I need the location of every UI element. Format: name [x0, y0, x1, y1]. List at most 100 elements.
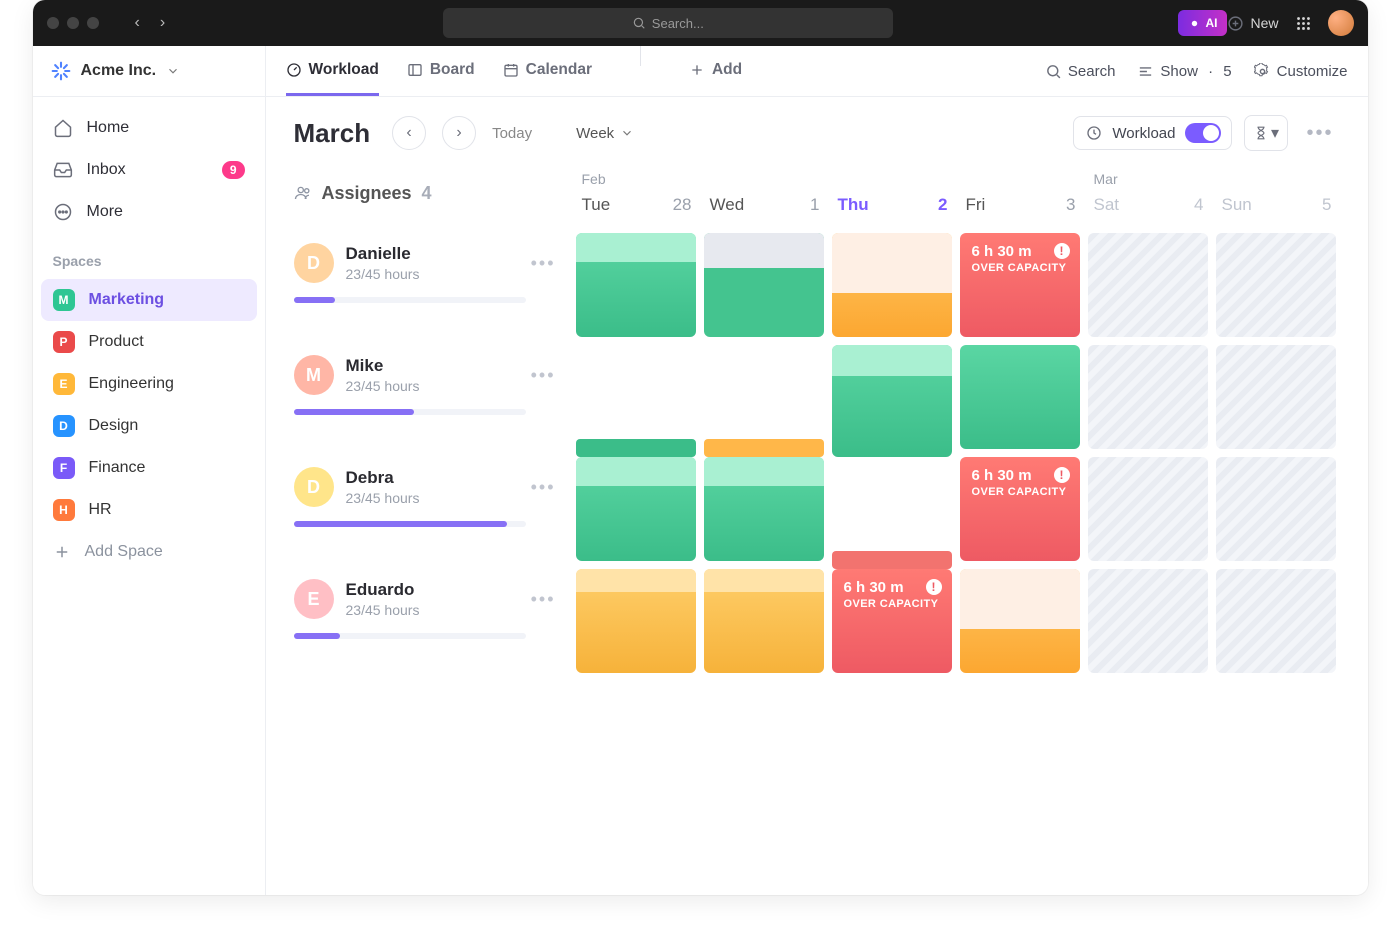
space-label: Product	[89, 333, 144, 351]
assignee-more-button[interactable]: •••	[531, 589, 562, 610]
assignee-name[interactable]: Mike	[346, 356, 420, 376]
assignee-progress	[294, 297, 526, 303]
workload-cell[interactable]	[1212, 453, 1340, 565]
assignee-more-button[interactable]: •••	[531, 253, 562, 274]
space-avatar: D	[53, 415, 75, 437]
workload-cell[interactable]	[828, 453, 956, 565]
workload-icon	[1086, 125, 1102, 141]
plus-icon	[53, 543, 71, 561]
user-avatar[interactable]	[1328, 10, 1354, 36]
workload-cell[interactable]: !6 h 30 mOVER CAPACITY	[956, 453, 1084, 565]
assignee-more-button[interactable]: •••	[531, 477, 562, 498]
assignee-more-button[interactable]: •••	[531, 365, 562, 386]
more-actions-button[interactable]: •••	[1300, 122, 1339, 145]
workload-toggle[interactable]	[1185, 123, 1221, 143]
workload-cell[interactable]	[700, 565, 828, 677]
tab-calendar[interactable]: Calendar	[503, 46, 592, 96]
window-controls[interactable]	[47, 17, 99, 29]
workload-cell[interactable]	[828, 341, 956, 453]
column-headers: Assignees 4 FebTue28 Wed1 Thu2 Fri3MarSa…	[294, 171, 1340, 215]
next-period-button[interactable]: ›	[442, 116, 476, 150]
new-button[interactable]: New	[1227, 15, 1278, 32]
assignee-hours: 23/45 hours	[346, 266, 420, 282]
workload-cell[interactable]	[1212, 341, 1340, 453]
day-header: FebTue28	[572, 171, 700, 215]
space-label: Engineering	[89, 375, 174, 393]
toolbar-search-button[interactable]: Search	[1045, 63, 1116, 80]
today-button[interactable]: Today	[492, 125, 532, 142]
ai-button[interactable]: AI	[1178, 10, 1227, 36]
sidebar-space-design[interactable]: DDesign	[41, 405, 257, 447]
toolbar-show-button[interactable]: Show · 5	[1137, 63, 1231, 80]
workload-cell[interactable]	[700, 229, 828, 341]
chevron-down-icon	[166, 64, 180, 78]
workload-cell[interactable]	[828, 229, 956, 341]
apps-grid-icon[interactable]	[1295, 15, 1312, 32]
workload-cell[interactable]	[700, 341, 828, 453]
workload-cell[interactable]	[700, 453, 828, 565]
sidebar-space-engineering[interactable]: E Engineering	[41, 363, 257, 405]
calendar-icon	[503, 62, 519, 78]
assignee-row: D Debra 23/45 hours •••	[294, 453, 572, 565]
sidebar-section-spaces: Spaces	[33, 243, 265, 279]
add-view-button[interactable]: Add	[689, 46, 742, 96]
sidebar-item-inbox[interactable]: Inbox 9	[41, 149, 257, 191]
assignee-avatar[interactable]: E	[294, 579, 334, 619]
workload-cell[interactable]	[572, 229, 700, 341]
chevron-down-icon	[620, 126, 634, 140]
workload-cell[interactable]	[1084, 229, 1212, 341]
assignee-row: E Eduardo 23/45 hours •••	[294, 565, 572, 677]
day-header: Fri3	[956, 171, 1084, 215]
workload-cell[interactable]	[572, 341, 700, 453]
inbox-icon	[53, 160, 73, 180]
assignee-row: M Mike 23/45 hours •••	[294, 341, 572, 453]
workload-cell[interactable]: !6 h 30 mOVER CAPACITY	[828, 565, 956, 677]
nav-back-button[interactable]: ‹	[135, 14, 140, 32]
add-space-button[interactable]: Add Space	[41, 531, 257, 573]
sidebar-item-home[interactable]: Home	[41, 107, 257, 149]
assignee-avatar[interactable]: M	[294, 355, 334, 395]
workload-cell[interactable]	[956, 565, 1084, 677]
workload-cell[interactable]: !6 h 30 mOVER CAPACITY	[956, 229, 1084, 341]
tab-board[interactable]: Board	[407, 46, 475, 96]
workload-cell[interactable]	[956, 341, 1084, 453]
workspace-switcher[interactable]: Acme Inc.	[33, 46, 265, 97]
assignee-hours: 23/45 hours	[346, 378, 420, 394]
sidebar-space-product[interactable]: PProduct	[41, 321, 257, 363]
plus-icon	[689, 62, 705, 78]
workload-cell[interactable]	[1084, 341, 1212, 453]
space-avatar: M	[53, 289, 75, 311]
view-toolbar: Workload Board Calendar Add	[266, 46, 1368, 97]
period-selector[interactable]: Week	[576, 125, 634, 142]
space-avatar: H	[53, 499, 75, 521]
sidebar-item-more[interactable]: More	[41, 191, 257, 233]
timer-dropdown[interactable]: ▾	[1244, 115, 1288, 151]
assignee-avatar[interactable]: D	[294, 243, 334, 283]
workload-cell[interactable]	[1084, 453, 1212, 565]
prev-period-button[interactable]: ‹	[392, 116, 426, 150]
assignee-hours: 23/45 hours	[346, 602, 420, 618]
assignee-name[interactable]: Debra	[346, 468, 420, 488]
workload-cell[interactable]	[572, 453, 700, 565]
workload-cell[interactable]	[1212, 229, 1340, 341]
assignee-name[interactable]: Danielle	[346, 244, 420, 264]
workload-cell[interactable]	[572, 565, 700, 677]
sidebar-space-marketing[interactable]: MMarketing	[41, 279, 257, 321]
assignees-header[interactable]: Assignees 4	[294, 171, 572, 215]
tab-workload[interactable]: Workload	[286, 46, 379, 96]
sidebar-space-finance[interactable]: FFinance	[41, 447, 257, 489]
assignee-progress	[294, 409, 526, 415]
home-icon	[53, 118, 73, 138]
sidebar-space-hr[interactable]: HHR	[41, 489, 257, 531]
workload-cell[interactable]	[1084, 565, 1212, 677]
workload-toggle-chip[interactable]: Workload	[1073, 116, 1232, 150]
workload-cell[interactable]	[1212, 565, 1340, 677]
space-avatar: E	[53, 373, 75, 395]
assignee-avatar[interactable]: D	[294, 467, 334, 507]
assignee-name[interactable]: Eduardo	[346, 580, 420, 600]
hourglass-icon	[1254, 126, 1268, 140]
people-icon	[294, 184, 312, 202]
global-search-input[interactable]: Search...	[443, 8, 893, 38]
toolbar-customize-button[interactable]: Customize	[1254, 63, 1348, 80]
assignee-progress	[294, 521, 526, 527]
